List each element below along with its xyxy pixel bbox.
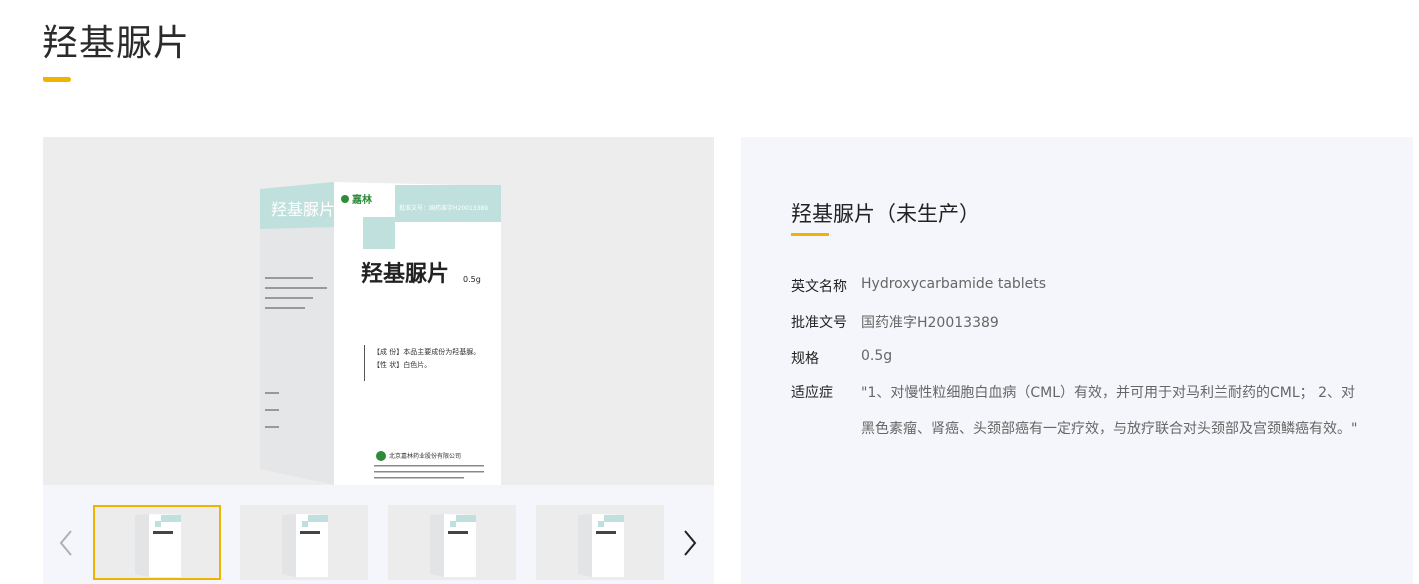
product-box-image: 羟基脲片 嘉林 批准文号：国药准字H20013389 羟基脲片 0.5g 【成 … bbox=[260, 182, 501, 485]
thumbnail-1[interactable] bbox=[93, 505, 221, 580]
attr-label: 适应症 bbox=[791, 385, 833, 401]
chevron-right-icon bbox=[684, 530, 697, 556]
attr-label: 规格 bbox=[791, 351, 819, 367]
attr-row-approval-number: 批准文号 国药准字H20013389 bbox=[791, 312, 999, 332]
thumbnail-image bbox=[282, 514, 328, 577]
attr-value: 国药准字H20013389 bbox=[861, 315, 999, 331]
next-arrow-button[interactable] bbox=[680, 527, 700, 559]
attr-label: 英文名称 bbox=[791, 279, 847, 295]
box-brand: 嘉林 bbox=[351, 193, 373, 206]
product-name: 羟基脲片（未生产） bbox=[791, 202, 980, 226]
product-name-underline bbox=[791, 233, 829, 236]
thumbnail-4[interactable] bbox=[536, 505, 664, 580]
main-product-image: 羟基脲片 嘉林 批准文号：国药准字H20013389 羟基脲片 0.5g 【成 … bbox=[43, 137, 714, 485]
box-side-name: 羟基脲片 bbox=[271, 200, 335, 219]
chevron-left-icon bbox=[59, 530, 72, 556]
attr-row-english-name: 英文名称 Hydroxycarbamide tablets bbox=[791, 276, 1046, 296]
prev-arrow-button[interactable] bbox=[56, 527, 76, 559]
thumbnail-image bbox=[430, 514, 476, 577]
thumbnail-image bbox=[135, 514, 181, 577]
attr-value: 0.5g bbox=[861, 348, 893, 364]
attr-row-spec: 规格 0.5g bbox=[791, 348, 892, 368]
box-spec: 0.5g bbox=[463, 275, 481, 284]
attr-value: "1、对慢性粒细胞白血病（CML）有效，并可用于对马利兰耐药的CML； 2、对黑… bbox=[861, 385, 1358, 437]
attr-row-indications: 适应症 "1、对慢性粒细胞白血病（CML）有效，并可用于对马利兰耐药的CML； … bbox=[791, 375, 1361, 447]
box-approval-text: 批准文号：国药准字H20013389 bbox=[399, 204, 488, 212]
attr-value: Hydroxycarbamide tablets bbox=[861, 276, 1047, 292]
attr-label: 批准文号 bbox=[791, 315, 847, 331]
box-company: 北京嘉林药业股份有限公司 bbox=[389, 452, 461, 460]
title-underline bbox=[43, 77, 71, 82]
box-drug-name: 羟基脲片 bbox=[361, 261, 449, 287]
page-title: 羟基脲片 bbox=[42, 23, 191, 64]
box-character: 【性 状】白色片。 bbox=[373, 360, 431, 369]
thumbnail-image bbox=[578, 514, 624, 577]
thumbnail-3[interactable] bbox=[388, 505, 516, 580]
box-composition: 【成 份】本品主要成份为羟基脲。 bbox=[373, 347, 480, 356]
thumbnail-2[interactable] bbox=[240, 505, 368, 580]
